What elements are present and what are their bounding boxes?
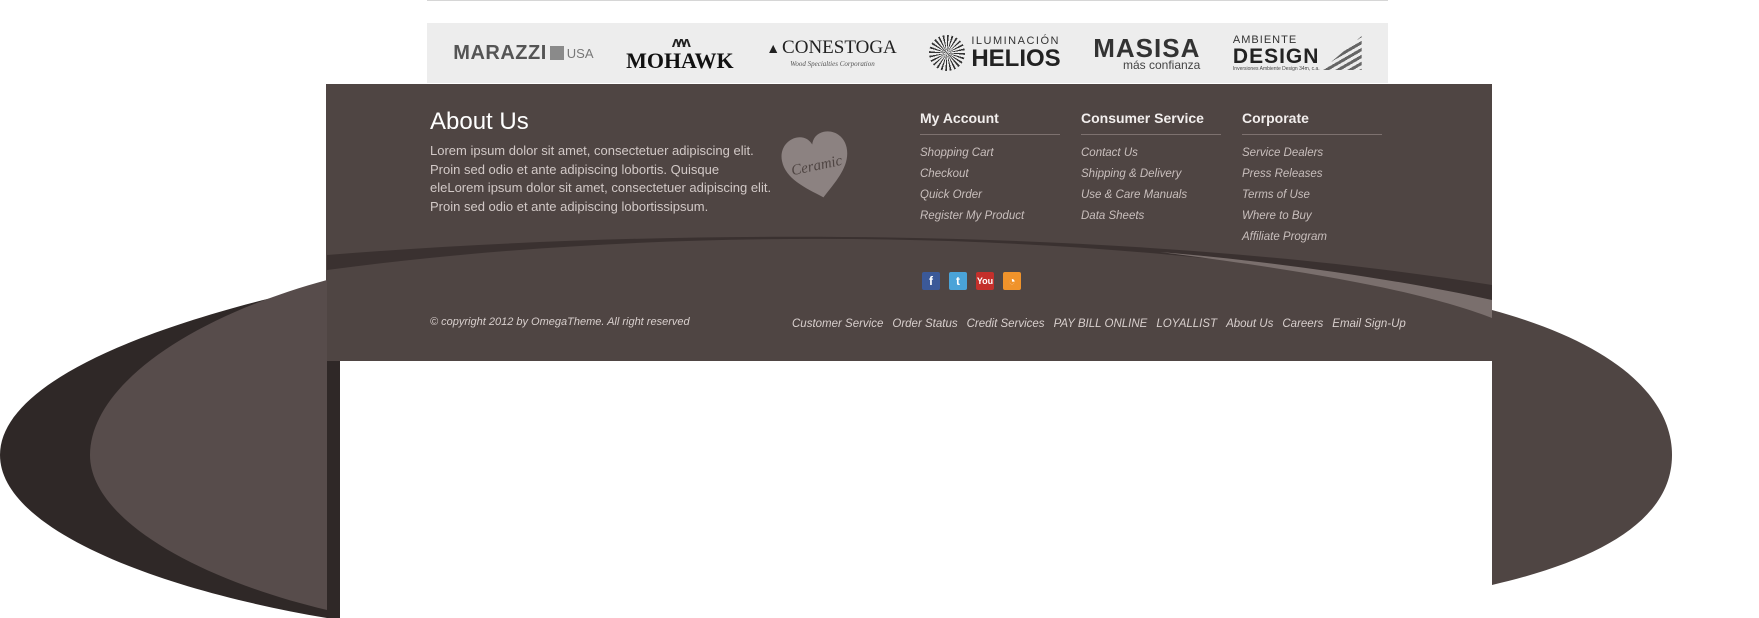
brand-logo-bar: MARAZZI USA ʌʌʌ MOHAWK ▲ CONESTOGA Wood S… <box>427 23 1388 83</box>
twitter-icon[interactable]: t <box>949 272 967 290</box>
rss-icon[interactable]: ◔ <box>1003 272 1021 290</box>
sunburst-icon <box>929 35 966 71</box>
footer-link-data-sheets[interactable]: Data Sheets <box>1081 206 1221 227</box>
footer-col-corporate: Corporate Service Dealers Press Releases… <box>1242 110 1382 248</box>
footer-link-contact-us[interactable]: Contact Us <box>1081 143 1221 164</box>
bottom-link-email-signup[interactable]: Email Sign-Up <box>1332 318 1406 330</box>
bottom-link-pay-bill[interactable]: PAY BILL ONLINE <box>1054 318 1148 330</box>
brand-logo-marazzi[interactable]: MARAZZI USA <box>453 42 593 65</box>
facebook-icon[interactable]: f <box>922 272 940 290</box>
bottom-link-order-status[interactable]: Order Status <box>892 318 957 330</box>
footer-link-terms-of-use[interactable]: Terms of Use <box>1242 185 1382 206</box>
ceramic-heart-badge: Ceramic <box>781 131 848 198</box>
brand-logo-ambiente-design[interactable]: AMBIENTE DESIGN Inversiones Ambiente Des… <box>1233 34 1362 72</box>
youtube-icon[interactable]: You <box>976 272 994 290</box>
brand-logo-masisa[interactable]: MASISA más confianza <box>1093 35 1200 71</box>
footer-link-register-product[interactable]: Register My Product <box>920 206 1060 227</box>
footer-col-consumer-service: Consumer Service Contact Us Shipping & D… <box>1081 110 1221 227</box>
conestoga-triangle-icon: ▲ <box>766 42 781 57</box>
brand-logo-conestoga[interactable]: ▲ CONESTOGA Wood Specialties Corporation <box>766 38 897 69</box>
about-section: About Us Lorem ipsum dolor sit amet, con… <box>430 108 775 216</box>
marazzi-mark-icon <box>549 46 564 60</box>
social-links: f t You ◔ <box>922 272 1021 290</box>
brand-logo-helios[interactable]: ILUMINACIÓN HELIOS <box>929 35 1061 71</box>
bottom-link-loyallist[interactable]: LOYALLIST <box>1156 318 1217 330</box>
col-title: Corporate <box>1242 110 1382 135</box>
footer-link-quick-order[interactable]: Quick Order <box>920 185 1060 206</box>
brand-logo-mohawk[interactable]: ʌʌʌ MOHAWK <box>626 35 734 72</box>
bottom-link-about-us[interactable]: About Us <box>1226 318 1273 330</box>
footer-link-checkout[interactable]: Checkout <box>920 164 1060 185</box>
footer-link-shipping-delivery[interactable]: Shipping & Delivery <box>1081 164 1221 185</box>
about-title: About Us <box>430 108 529 135</box>
col-title: Consumer Service <box>1081 110 1221 135</box>
stripes-mark-icon <box>1321 36 1362 70</box>
footer-link-service-dealers[interactable]: Service Dealers <box>1242 143 1382 164</box>
footer-link-where-to-buy[interactable]: Where to Buy <box>1242 206 1382 227</box>
top-divider <box>427 0 1388 1</box>
copyright-text: © copyright 2012 by OmegaTheme. All righ… <box>430 316 690 328</box>
bottom-link-credit-services[interactable]: Credit Services <box>967 318 1045 330</box>
footer-col-my-account: My Account Shopping Cart Checkout Quick … <box>920 110 1060 227</box>
footer-link-shopping-cart[interactable]: Shopping Cart <box>920 143 1060 164</box>
footer-link-press-releases[interactable]: Press Releases <box>1242 164 1382 185</box>
footer-link-affiliate-program[interactable]: Affiliate Program <box>1242 227 1382 248</box>
footer-link-care-manuals[interactable]: Use & Care Manuals <box>1081 185 1221 206</box>
bottom-nav: Customer Service Order Status Credit Ser… <box>792 318 1406 330</box>
bottom-link-careers[interactable]: Careers <box>1282 318 1323 330</box>
col-title: My Account <box>920 110 1060 135</box>
bottom-link-customer-service[interactable]: Customer Service <box>792 318 883 330</box>
about-text: Lorem ipsum dolor sit amet, consectetuer… <box>430 143 772 214</box>
